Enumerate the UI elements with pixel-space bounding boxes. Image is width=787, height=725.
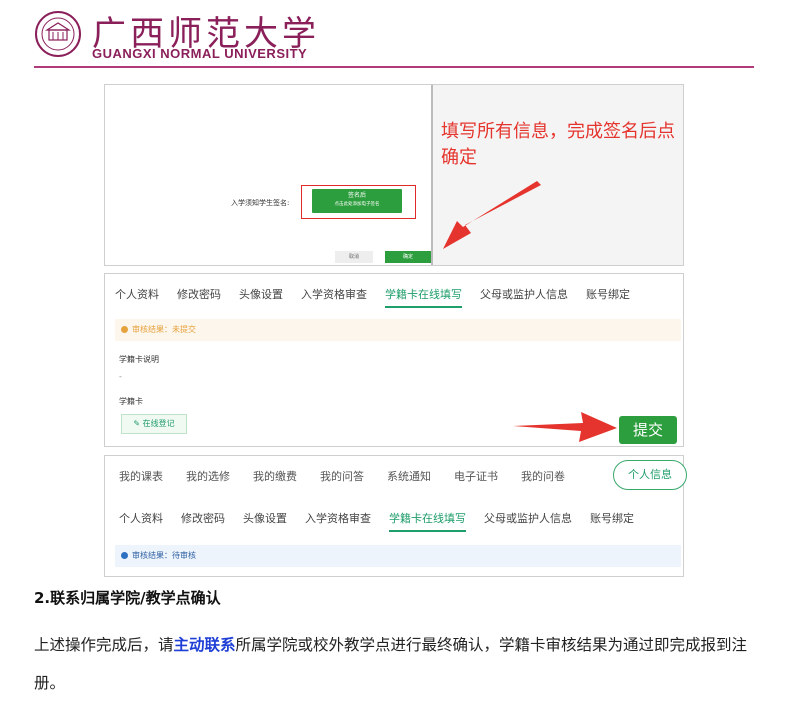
signature-button-hint: 点击此处添加电子签名 xyxy=(334,202,380,207)
pointer-arrow-icon xyxy=(443,181,541,249)
instruction-text: 填写所有信息，完成签名后点确定 xyxy=(441,121,675,168)
info-icon xyxy=(121,552,128,559)
review-status-banner: 审核结果：未提交 xyxy=(115,319,681,341)
cancel-button[interactable]: 取消 xyxy=(335,251,373,263)
tab-student-card[interactable]: 学籍卡在线填写 xyxy=(385,286,462,308)
paragraph-highlight: 主动联系 xyxy=(173,636,236,654)
online-register-button[interactable]: ✎ 在线登记 xyxy=(121,414,187,434)
nav-my-payments[interactable]: 我的缴费 xyxy=(253,468,297,484)
tab-avatar[interactable]: 头像设置 xyxy=(239,286,283,306)
edit-icon: ✎ xyxy=(133,419,143,428)
card-description-value: - xyxy=(119,372,122,381)
online-register-label: 在线登记 xyxy=(142,419,175,428)
signature-screenshot-panel: 入学须知学生签名: 签名后 点击此处添加电子签名 取消 确定 填写所有信息，完成… xyxy=(104,84,684,266)
section-paragraph: 上述操作完成后，请主动联系所属学院或校外教学点进行最终确认，学籍卡审核结果为通过… xyxy=(34,626,764,702)
add-signature-button[interactable]: 签名后 点击此处添加电子签名 xyxy=(312,189,402,213)
pointer-arrow-icon xyxy=(513,412,617,442)
submit-button[interactable]: 提交 xyxy=(619,416,677,444)
profile-tabs: 个人资料 修改密码 头像设置 入学资格审查 学籍卡在线填写 父母或监护人信息 账号绑定 xyxy=(115,286,648,308)
nav-surveys[interactable]: 我的问卷 xyxy=(521,468,565,484)
tab-student-card[interactable]: 学籍卡在线填写 xyxy=(389,510,466,532)
main-nav: 我的课表 我的选修 我的缴费 我的问答 系统通知 电子证书 我的问卷 xyxy=(119,468,588,484)
tab-account-binding[interactable]: 账号绑定 xyxy=(590,510,634,530)
tab-profile[interactable]: 个人资料 xyxy=(115,286,159,306)
header-divider xyxy=(34,66,754,68)
tab-guardian-info[interactable]: 父母或监护人信息 xyxy=(480,286,568,306)
tab-password[interactable]: 修改密码 xyxy=(181,510,225,530)
review-status-text: 审核结果：未提交 xyxy=(132,325,196,334)
nav-my-schedule[interactable]: 我的课表 xyxy=(119,468,163,484)
tab-password[interactable]: 修改密码 xyxy=(177,286,221,306)
tab-admission-review[interactable]: 入学资格审查 xyxy=(305,510,371,530)
tab-account-binding[interactable]: 账号绑定 xyxy=(586,286,630,306)
nav-certificates[interactable]: 电子证书 xyxy=(454,468,498,484)
tab-admission-review[interactable]: 入学资格审查 xyxy=(301,286,367,306)
student-card-panel: 个人资料 修改密码 头像设置 入学资格审查 学籍卡在线填写 父母或监护人信息 账号绑定 审核… xyxy=(104,273,684,447)
review-status-text: 审核结果：待审核 xyxy=(132,551,196,560)
confirm-button[interactable]: 确定 xyxy=(385,251,431,263)
student-card-label: 学籍卡 xyxy=(119,397,143,406)
university-seal-icon xyxy=(35,11,81,57)
review-pending-panel: 我的课表 我的选修 我的缴费 我的问答 系统通知 电子证书 我的问卷 个人信息 个人资料 修改… xyxy=(104,455,687,577)
tab-profile[interactable]: 个人资料 xyxy=(119,510,163,530)
tab-guardian-info[interactable]: 父母或监护人信息 xyxy=(484,510,572,530)
nav-notifications[interactable]: 系统通知 xyxy=(387,468,431,484)
warning-icon xyxy=(121,326,128,333)
profile-tabs: 个人资料 修改密码 头像设置 入学资格审查 学籍卡在线填写 父母或监护人信息 账号绑定 xyxy=(119,510,652,532)
nav-personal-info[interactable]: 个人信息 xyxy=(613,460,687,490)
card-description-label: 学籍卡说明 xyxy=(119,355,159,364)
nav-my-qa[interactable]: 我的问答 xyxy=(320,468,364,484)
section-heading: 2.联系归属学院/教学点确认 xyxy=(34,589,221,607)
nav-my-electives[interactable]: 我的选修 xyxy=(186,468,230,484)
signature-button-title: 签名后 xyxy=(347,192,366,199)
review-status-banner: 审核结果：待审核 xyxy=(115,545,681,567)
university-name-en: GUANGXI NORMAL UNIVERSITY xyxy=(92,46,308,61)
tab-avatar[interactable]: 头像设置 xyxy=(243,510,287,530)
signature-label: 入学须知学生签名: xyxy=(231,199,290,207)
paragraph-text-start: 上述操作完成后，请 xyxy=(34,636,174,654)
